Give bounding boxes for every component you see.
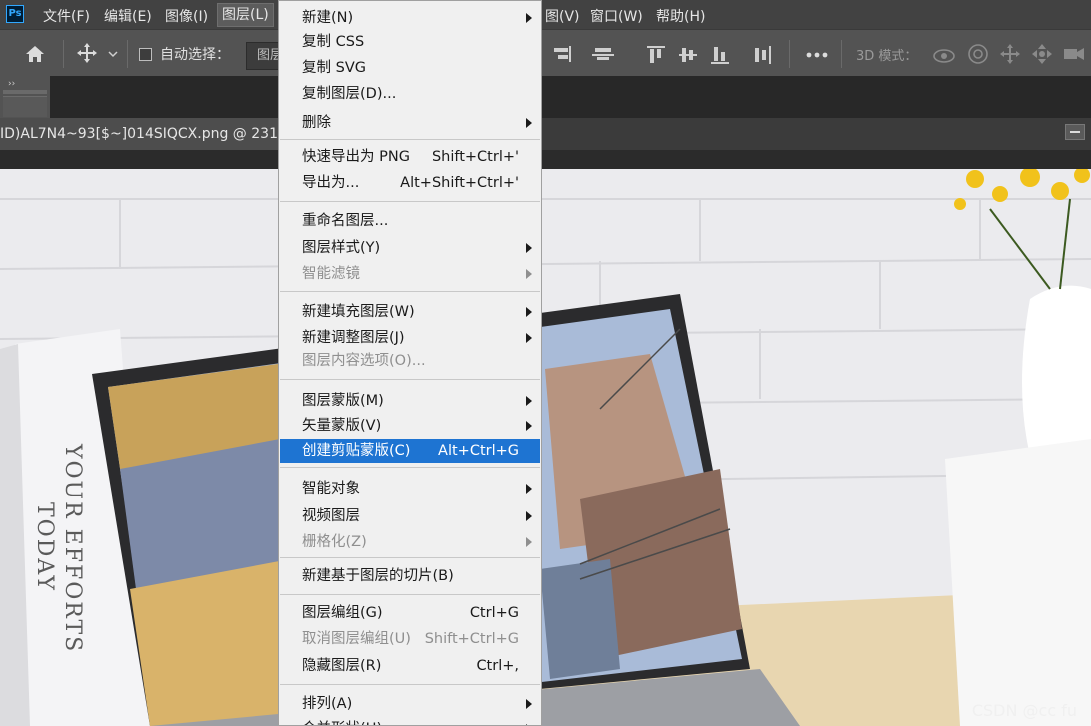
submenu-arrow-icon xyxy=(526,307,532,317)
menu-item-smart-object[interactable]: 智能对象 xyxy=(280,477,540,501)
menu-item-vector-mask[interactable]: 矢量蒙版(V) xyxy=(280,414,540,438)
menu-item-create-clipping-mask[interactable]: 创建剪贴蒙版(C) Alt+Ctrl+G xyxy=(280,439,540,463)
photoshop-logo: Ps xyxy=(6,5,24,23)
minimize-panel-button[interactable] xyxy=(1065,124,1085,140)
submenu-arrow-icon xyxy=(526,421,532,431)
book-spine-text-1: YOUR EFFORTS xyxy=(60,443,85,653)
menu-item-combine-shapes[interactable]: 合并形状(H) xyxy=(280,717,540,725)
submenu-arrow-icon xyxy=(526,118,532,128)
menu-item-hide-layers[interactable]: 隐藏图层(R) Ctrl+, xyxy=(280,654,540,678)
menu-bar: Ps 文件(F) 编辑(E) 图像(I) 图层(L) 图(V) 窗口(W) 帮助… xyxy=(0,0,1091,29)
toolbar-panel-header: ›› xyxy=(0,76,50,118)
menu-item-layer-mask[interactable]: 图层蒙版(M) xyxy=(280,389,540,413)
layer-menu-dropdown: 新建(N) 复制 CSS 复制 SVG 复制图层(D)... 删除 快速导出为 … xyxy=(278,0,542,726)
move-tool-icon[interactable] xyxy=(76,42,98,64)
menu-separator xyxy=(280,557,540,558)
menu-item-quick-export-png[interactable]: 快速导出为 PNG Shift+Ctrl+' xyxy=(280,145,540,169)
align-top-icon[interactable] xyxy=(646,45,666,65)
submenu-arrow-icon xyxy=(526,333,532,343)
menu-item-ungroup-layers[interactable]: 取消图层编组(U) Shift+Ctrl+G xyxy=(280,627,540,651)
menu-item-copy-css[interactable]: 复制 CSS xyxy=(280,30,540,54)
auto-select-checkbox[interactable] xyxy=(139,48,152,61)
menu-item-export-as[interactable]: 导出为... Alt+Shift+Ctrl+' xyxy=(280,171,540,195)
tool-slot xyxy=(3,96,47,117)
menu-item-duplicate-layer[interactable]: 复制图层(D)... xyxy=(280,82,540,106)
auto-select-label: 自动选择： xyxy=(160,47,230,63)
menu-item-copy-svg[interactable]: 复制 SVG xyxy=(280,56,540,80)
menu-item-smart-filter[interactable]: 智能滤镜 xyxy=(280,262,540,286)
menu-help[interactable]: 帮助(H) xyxy=(656,6,705,26)
menu-item-rasterize[interactable]: 栅格化(Z) xyxy=(280,530,540,554)
3d-roll-icon[interactable] xyxy=(967,43,989,65)
panel-dock-area xyxy=(50,76,1091,118)
submenu-arrow-icon xyxy=(526,537,532,547)
menu-separator xyxy=(280,684,540,685)
menu-image[interactable]: 图像(I) xyxy=(165,6,208,26)
submenu-arrow-icon xyxy=(526,13,532,23)
watermark-text: CSDN @cc fu xyxy=(971,701,1077,720)
align-right-edge-icon[interactable] xyxy=(752,45,772,65)
menu-separator xyxy=(280,379,540,380)
menu-item-layer-content-options[interactable]: 图层内容选项(O)... xyxy=(280,349,540,373)
submenu-arrow-icon xyxy=(526,699,532,709)
menu-item-new-adjustment-layer[interactable]: 新建调整图层(J) xyxy=(280,326,540,350)
photo-image: YOUR EFFORTS TODAY xyxy=(0,169,1091,726)
menu-item-new-fill-layer[interactable]: 新建填充图层(W) xyxy=(280,300,540,324)
submenu-arrow-icon xyxy=(526,511,532,521)
canvas-top-gutter xyxy=(0,150,1091,169)
3d-slide-icon[interactable] xyxy=(1031,43,1053,65)
3d-mode-label: 3D 模式： xyxy=(856,49,918,64)
chevron-down-icon[interactable] xyxy=(108,50,118,58)
3d-pan-icon[interactable] xyxy=(999,43,1021,65)
expand-panel-icon[interactable]: ›› xyxy=(8,79,15,89)
menu-item-layer-style[interactable]: 图层样式(Y) xyxy=(280,236,540,260)
menu-separator xyxy=(280,467,540,468)
panel-drag-handle[interactable] xyxy=(3,90,47,94)
menu-separator xyxy=(280,291,540,292)
menu-view[interactable]: 图(V) xyxy=(545,6,580,26)
submenu-arrow-icon xyxy=(526,269,532,279)
menu-item-new[interactable]: 新建(N) xyxy=(280,6,540,30)
align-right-icon[interactable] xyxy=(552,46,572,62)
document-canvas[interactable]: YOUR EFFORTS TODAY CSDN @cc fu xyxy=(0,169,1091,726)
more-options-icon[interactable] xyxy=(806,52,828,58)
menu-item-new-layer-based-slice[interactable]: 新建基于图层的切片(B) xyxy=(280,564,540,588)
menu-item-group-layers[interactable]: 图层编组(G) Ctrl+G xyxy=(280,601,540,625)
divider xyxy=(789,40,790,68)
menu-item-rename-layer[interactable]: 重命名图层... xyxy=(280,209,540,233)
menu-edit[interactable]: 编辑(E) xyxy=(104,6,152,26)
divider xyxy=(841,40,842,68)
menu-item-video-layer[interactable]: 视频图层 xyxy=(280,504,540,528)
align-bottom-icon[interactable] xyxy=(710,45,730,65)
menu-item-arrange[interactable]: 排列(A) xyxy=(280,692,540,716)
3d-camera-icon[interactable] xyxy=(1063,44,1085,64)
divider xyxy=(127,40,128,68)
submenu-arrow-icon xyxy=(526,484,532,494)
options-bar: 自动选择： 图层 3D 模式： xyxy=(0,29,1091,77)
menu-item-delete[interactable]: 删除 xyxy=(280,111,540,135)
align-horizontal-center-icon[interactable] xyxy=(592,47,614,61)
document-tab[interactable]: ID)AL7N4~93[$~]014SIQCX.png @ 231% ( xyxy=(0,118,290,150)
menu-separator xyxy=(280,139,540,140)
align-vertical-center-icon[interactable] xyxy=(678,45,698,65)
divider xyxy=(63,40,64,68)
book-spine-text-2: TODAY xyxy=(32,502,57,592)
menu-file[interactable]: 文件(F) xyxy=(43,6,90,26)
submenu-arrow-icon xyxy=(526,243,532,253)
3d-orbit-icon[interactable] xyxy=(932,44,956,66)
home-icon[interactable] xyxy=(24,44,46,64)
menu-separator xyxy=(280,201,540,202)
menu-separator xyxy=(280,594,540,595)
menu-window[interactable]: 窗口(W) xyxy=(590,6,643,26)
menu-layer[interactable]: 图层(L) xyxy=(217,3,274,27)
document-tab-bar: ID)AL7N4~93[$~]014SIQCX.png @ 231% ( xyxy=(0,118,1091,150)
submenu-arrow-icon xyxy=(526,396,532,406)
